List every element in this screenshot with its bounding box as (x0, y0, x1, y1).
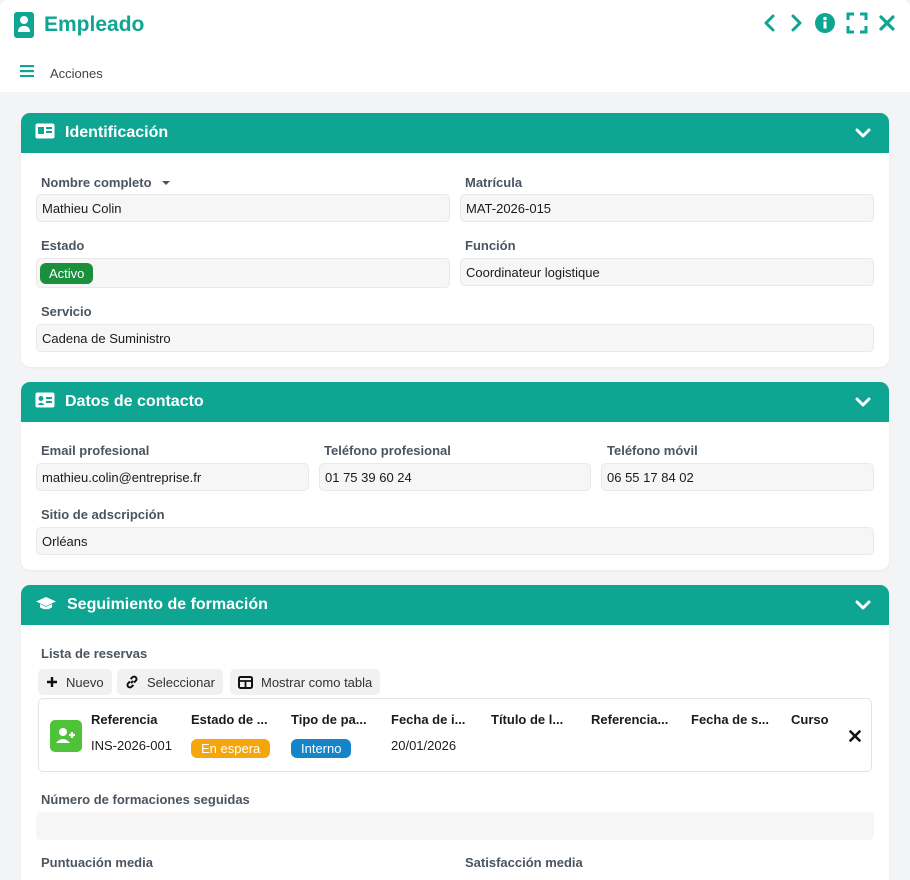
col-header-tipo: Tipo de pa... (291, 712, 367, 727)
matricula-label: Matrícula (465, 175, 523, 190)
caret-down-icon[interactable] (161, 179, 171, 187)
title-row: Empleado (14, 12, 144, 38)
work-phone-field[interactable]: 01 75 39 60 24 (319, 463, 591, 491)
col-header-referencia: Referencia (91, 712, 158, 727)
contact-title: Datos de contacto (65, 393, 204, 410)
trainings-count-field[interactable] (36, 812, 874, 840)
training-header[interactable]: Seguimiento de formación (21, 585, 889, 625)
work-phone-label: Teléfono profesional (324, 443, 451, 458)
mobile-phone-label: Teléfono móvil (607, 443, 698, 458)
identification-header[interactable]: Identificación (21, 113, 889, 153)
graduation-cap-icon (35, 595, 57, 616)
close-icon[interactable] (878, 14, 896, 32)
booking-row[interactable]: Referencia Estado de ... Tipo de pa... F… (38, 698, 872, 772)
col-header-referencia-2: Referencia... (591, 712, 669, 727)
identification-section: Identificación Nombre completo Mathieu C… (21, 113, 889, 367)
average-score-label: Puntuación media (41, 855, 153, 870)
plus-icon (47, 677, 57, 687)
show-table-button[interactable]: Mostrar como tabla (230, 669, 381, 695)
contact-header[interactable]: Datos de contacto (21, 382, 889, 422)
user-plus-icon[interactable] (50, 720, 82, 752)
average-satisfaction-label: Satisfacción media (465, 855, 583, 870)
full-name-field[interactable]: Mathieu Colin (36, 194, 450, 222)
service-field[interactable]: Cadena de Suministro (36, 324, 874, 352)
function-label: Función (465, 238, 516, 253)
internal-badge: Interno (291, 739, 352, 758)
employee-window: Empleado Acciones Identificación Nombre … (0, 0, 910, 880)
status-label: Estado (41, 238, 85, 253)
function-field[interactable]: Coordinateur logistique (460, 258, 874, 286)
chevron-down-icon[interactable] (855, 598, 871, 616)
chevron-down-icon[interactable] (855, 395, 871, 413)
menu-icon[interactable] (20, 64, 34, 82)
bookings-label: Lista de reservas (41, 646, 148, 661)
site-field[interactable]: Orléans (36, 527, 874, 555)
select-button[interactable]: Seleccionar (117, 669, 223, 695)
new-button[interactable]: Nuevo (38, 669, 112, 695)
service-label: Servicio (41, 304, 92, 319)
training-title: Seguimiento de formación (67, 596, 268, 613)
col-header-titulo: Título de l... (491, 712, 564, 727)
col-header-curso: Curso (791, 712, 829, 727)
cell-fecha: 20/01/2026 (391, 738, 457, 753)
top-bar: Empleado Acciones (0, 0, 910, 92)
trainings-count-label: Número de formaciones seguidas (41, 792, 250, 807)
training-section: Seguimiento de formación Lista de reserv… (21, 585, 889, 880)
table-icon (238, 675, 253, 689)
id-card-icon (35, 123, 55, 144)
waiting-badge: En espera (191, 739, 271, 758)
actions-menu[interactable]: Acciones (20, 64, 103, 82)
chevron-down-icon[interactable] (855, 126, 871, 144)
info-icon[interactable] (814, 12, 836, 34)
id-badge-icon (14, 12, 34, 38)
contact-section: Datos de contacto Email profesional math… (21, 382, 889, 570)
window-controls (762, 12, 896, 34)
remove-icon[interactable] (849, 729, 861, 747)
col-header-fecha-inicio: Fecha de i... (391, 712, 466, 727)
email-label: Email profesional (41, 443, 150, 458)
cell-estado: En espera (191, 739, 271, 758)
chevron-left-icon[interactable] (762, 13, 778, 33)
cell-referencia: INS-2026-001 (91, 738, 172, 753)
mobile-phone-field[interactable]: 06 55 17 84 02 (601, 463, 874, 491)
identification-title: Identificación (65, 124, 169, 141)
col-header-fecha-salida: Fecha de s... (691, 712, 770, 727)
status-field[interactable]: Activo (36, 258, 450, 288)
status-badge: Activo (40, 262, 94, 284)
col-header-estado: Estado de ... (191, 712, 268, 727)
matricula-field[interactable]: MAT-2026-015 (460, 194, 874, 222)
cell-tipo: Interno (291, 739, 352, 758)
full-name-label[interactable]: Nombre completo (41, 175, 171, 190)
contact-card-icon (35, 392, 55, 413)
site-label: Sitio de adscripción (41, 507, 165, 522)
link-icon (126, 675, 138, 689)
email-field[interactable]: mathieu.colin@entreprise.fr (36, 463, 309, 491)
fullscreen-icon[interactable] (846, 12, 868, 34)
actions-label[interactable]: Acciones (50, 66, 103, 81)
window-title: Empleado (44, 13, 145, 36)
chevron-right-icon[interactable] (788, 13, 804, 33)
